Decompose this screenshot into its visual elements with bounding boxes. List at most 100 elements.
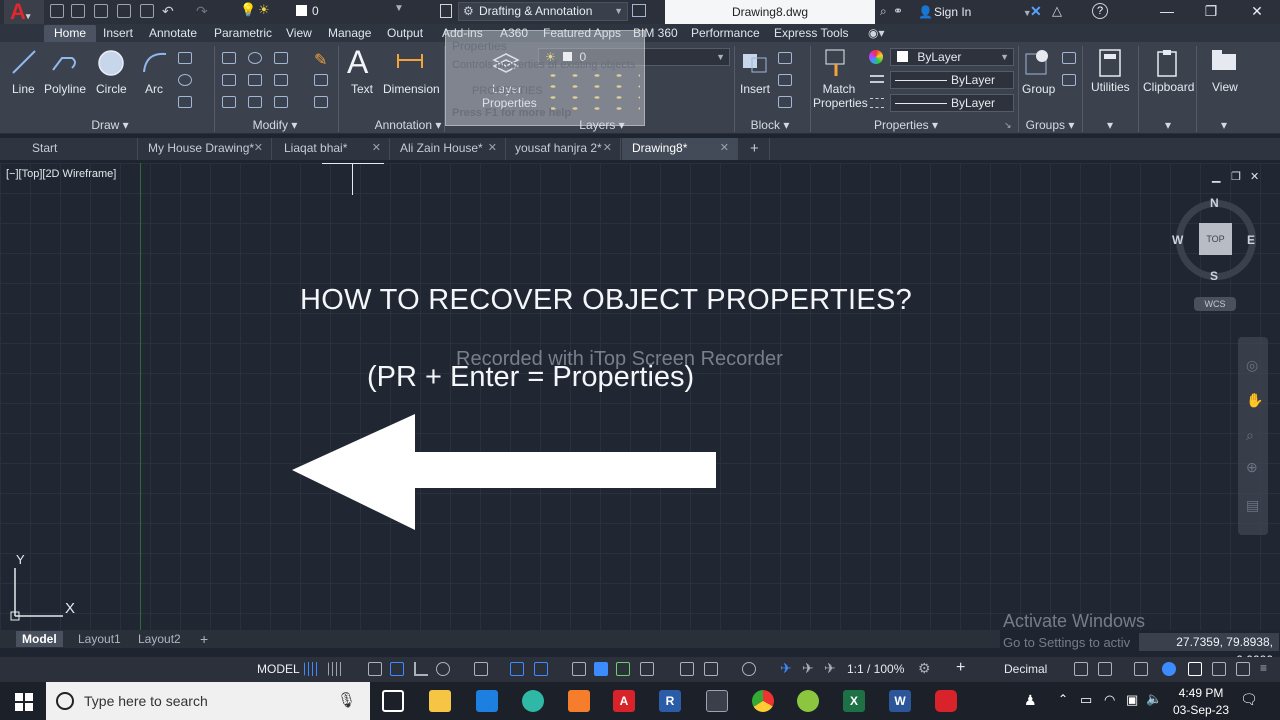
infer-constraints-icon[interactable] (368, 662, 382, 676)
orbit-icon[interactable]: ⊕ (1246, 459, 1258, 476)
compass-west[interactable]: W (1172, 233, 1183, 247)
rotate-icon[interactable] (248, 52, 262, 64)
edge-icon[interactable] (522, 690, 544, 712)
paint-icon[interactable] (568, 690, 590, 712)
text-tool[interactable]: Text (351, 82, 373, 96)
dimension-tool[interactable]: Dimension (383, 82, 440, 96)
tab-performance[interactable]: Performance (691, 25, 760, 42)
layer-dropdown-value[interactable]: 0 (312, 4, 319, 18)
compass-east[interactable]: E (1247, 233, 1255, 247)
hardware-acceleration-icon[interactable] (1162, 662, 1176, 676)
compass-north[interactable]: N (1210, 196, 1219, 210)
lineweight-display-icon[interactable] (572, 662, 586, 676)
steering-wheel-icon[interactable]: ◎ (1246, 357, 1258, 374)
chevron-down-icon[interactable]: ▾ (1158, 117, 1178, 133)
move-icon[interactable] (222, 52, 236, 64)
array-icon[interactable] (274, 96, 288, 108)
close-icon[interactable]: ✕ (372, 138, 381, 159)
viewport-restore-icon[interactable]: ❐ (1231, 170, 1241, 183)
undo-icon[interactable]: ↶ (162, 3, 174, 20)
notifications-icon[interactable]: 🗨 (1240, 691, 1258, 708)
new-tab-button[interactable]: + (740, 138, 770, 160)
insert-tool[interactable]: Insert (740, 82, 770, 96)
group-tool[interactable]: Group (1022, 82, 1055, 96)
close-icon[interactable]: ✕ (488, 138, 497, 159)
arc-tool[interactable]: Arc (145, 82, 163, 96)
close-icon[interactable]: ✕ (720, 138, 729, 159)
save-as-icon[interactable] (117, 4, 131, 18)
zoom-icon[interactable]: ⌕ (1246, 427, 1254, 444)
autocad-logo-button[interactable]: A▾ (4, 0, 44, 24)
dynamic-input-icon[interactable] (390, 662, 404, 676)
a360-icon[interactable]: △ (1052, 3, 1062, 19)
print-icon[interactable] (140, 4, 154, 18)
tab-home[interactable]: Home (44, 25, 97, 42)
tab-layout2[interactable]: Layout2 (132, 631, 187, 647)
units-dropdown[interactable]: Decimal (1004, 662, 1047, 676)
wcs-menu[interactable]: WCS (1194, 297, 1236, 311)
add-layout-button[interactable]: + (194, 631, 214, 647)
polar-tracking-icon[interactable] (436, 662, 450, 676)
transparency-icon[interactable] (594, 662, 608, 676)
fullscreen-icon[interactable] (1236, 662, 1250, 676)
match-properties-tool[interactable]: Match Properties (813, 82, 868, 110)
viewport-controls[interactable]: [−][Top][2D Wireframe] (6, 168, 116, 180)
groups-panel-title[interactable]: Groups ▾ (1020, 117, 1080, 133)
modify-panel-title[interactable]: Modify ▾ (240, 117, 310, 133)
tab-express-tools[interactable]: Express Tools (774, 25, 848, 42)
search-icon[interactable]: ⌕ (880, 4, 887, 19)
sign-in-button[interactable]: 👤 Sign In ▼ (916, 0, 1032, 24)
help-button[interactable]: ? (1092, 3, 1108, 19)
clipboard-button[interactable]: Clipboard (1143, 80, 1194, 94)
attribute-icon[interactable] (778, 96, 792, 108)
selection-filter-icon[interactable] (704, 662, 718, 676)
pan-icon[interactable]: ✋ (1246, 392, 1263, 409)
file-tab[interactable]: Liaqat bhai* ✕ (274, 138, 390, 160)
lock-ui-icon[interactable] (1098, 662, 1112, 676)
close-icon[interactable]: ✕ (254, 138, 263, 159)
annotation-visibility-icon[interactable]: ✈ (780, 661, 794, 676)
selection-cycling-icon[interactable] (616, 662, 630, 676)
trim-icon[interactable] (274, 52, 288, 64)
showmotion-icon[interactable]: ▤ (1246, 497, 1259, 514)
file-tab[interactable]: Ali Zain House* ✕ (390, 138, 506, 160)
draw-panel-title[interactable]: Draw ▾ (80, 117, 140, 133)
auto-scale-icon[interactable]: ✈ (802, 661, 816, 676)
chevron-down-icon[interactable]: ▾ (1100, 117, 1120, 133)
dynamic-ucs-icon[interactable] (680, 662, 694, 676)
green-app-icon[interactable] (797, 690, 819, 712)
workspace-switcher[interactable]: ⚙ Drafting & Annotation ▼ (458, 2, 628, 21)
annotation-scale-icon[interactable]: ✈ (824, 661, 838, 676)
tab-manage[interactable]: Manage (328, 25, 371, 42)
model-space-button[interactable]: MODEL (253, 660, 304, 678)
object-snap-icon[interactable] (534, 662, 548, 676)
gizmo-icon[interactable] (742, 662, 756, 676)
line-tool[interactable]: Line (12, 82, 35, 96)
tab-model[interactable]: Model (16, 631, 63, 647)
snap-icon[interactable] (328, 662, 342, 676)
tab-output[interactable]: Output (387, 25, 423, 42)
file-tab[interactable]: yousaf hanjra 2* ✕ (505, 138, 621, 160)
volume-icon[interactable]: 🔈 (1146, 691, 1162, 707)
annotation-panel-title[interactable]: Annotation ▾ (368, 117, 448, 133)
screen-recorder-icon[interactable] (935, 690, 957, 712)
revit-icon[interactable]: R (659, 690, 681, 712)
erase-icon[interactable]: ✎ (314, 50, 327, 70)
chevron-down-icon[interactable]: ▾ (1214, 117, 1234, 133)
clock-time[interactable]: 4:49 PM (1168, 686, 1234, 700)
scale-icon[interactable] (248, 96, 262, 108)
properties-panel-title[interactable]: Properties ▾ (866, 117, 946, 133)
view-button[interactable]: View (1212, 80, 1238, 94)
tab-parametric[interactable]: Parametric (214, 25, 272, 42)
minimize-button[interactable]: — (1144, 0, 1190, 24)
network-icon[interactable]: ▣ (1126, 692, 1138, 708)
tab-view[interactable]: View (286, 25, 312, 42)
create-block-icon[interactable] (778, 52, 792, 64)
taskbar-search-box[interactable]: Type here to search 🎙 (46, 682, 370, 720)
utilities-button[interactable]: Utilities (1091, 80, 1130, 94)
circle-tool[interactable]: Circle (96, 82, 127, 96)
dialog-launcher-icon[interactable]: ↘ (1004, 120, 1012, 131)
workspace-gear-icon[interactable]: ⚙ (918, 661, 932, 676)
gradient-icon[interactable] (178, 96, 192, 108)
tab-insert[interactable]: Insert (103, 25, 133, 42)
